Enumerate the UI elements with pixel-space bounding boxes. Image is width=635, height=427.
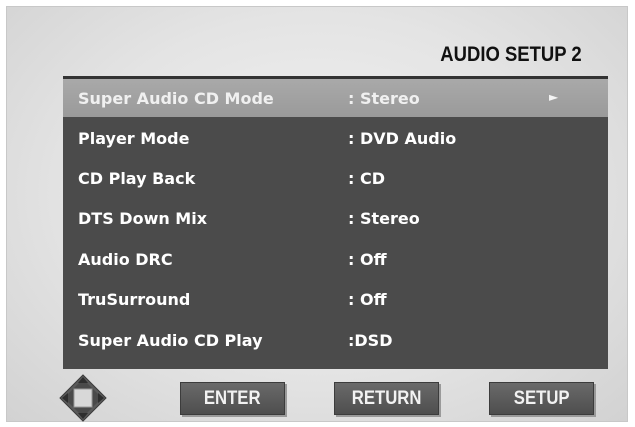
menu-item-label: DTS Down Mix — [78, 209, 208, 228]
menu-item-value: : Off — [348, 290, 387, 309]
setup-button-label: SETUP — [513, 388, 570, 409]
enter-button[interactable]: ENTER — [180, 382, 285, 415]
menu-item-audio-drc[interactable]: Audio DRC : Off — [63, 240, 608, 278]
page-title: AUDIO SETUP 2 — [440, 43, 582, 66]
menu-item-value: : CD — [348, 169, 385, 188]
menu-item-dts-down-mix[interactable]: DTS Down Mix : Stereo — [63, 199, 608, 237]
osd-screen: AUDIO SETUP 2 Super Audio CD Mode : Ster… — [6, 6, 628, 422]
return-button[interactable]: RETURN — [334, 382, 439, 415]
return-button-label: RETURN — [351, 388, 422, 409]
direction-pad-icon[interactable] — [59, 374, 107, 422]
menu-item-value: :DSD — [348, 331, 393, 350]
menu-item-super-audio-cd-play[interactable]: Super Audio CD Play :DSD — [63, 321, 608, 359]
menu-item-label: TruSurround — [78, 290, 191, 309]
enter-button-label: ENTER — [204, 388, 261, 409]
menu-item-label: Player Mode — [78, 129, 190, 148]
menu-item-trusurround[interactable]: TruSurround : Off — [63, 280, 608, 318]
menu-item-label: CD Play Back — [78, 169, 196, 188]
menu-item-value: : DVD Audio — [348, 129, 457, 148]
menu-item-value: : Off — [348, 250, 387, 269]
right-triangle-icon: ► — [549, 90, 559, 104]
menu-item-label: Audio DRC — [78, 250, 173, 269]
settings-menu: Super Audio CD Mode : Stereo ► Player Mo… — [63, 76, 608, 369]
menu-item-label: Super Audio CD Play — [78, 331, 263, 350]
menu-item-label: Super Audio CD Mode — [78, 89, 274, 108]
menu-item-value: : Stereo — [348, 209, 420, 228]
menu-item-value: : Stereo — [348, 89, 420, 108]
menu-item-cd-play-back[interactable]: CD Play Back : CD — [63, 159, 608, 197]
setup-button[interactable]: SETUP — [489, 382, 594, 415]
menu-item-player-mode[interactable]: Player Mode : DVD Audio — [63, 119, 608, 157]
menu-item-super-audio-cd-mode[interactable]: Super Audio CD Mode : Stereo ► — [63, 79, 608, 117]
